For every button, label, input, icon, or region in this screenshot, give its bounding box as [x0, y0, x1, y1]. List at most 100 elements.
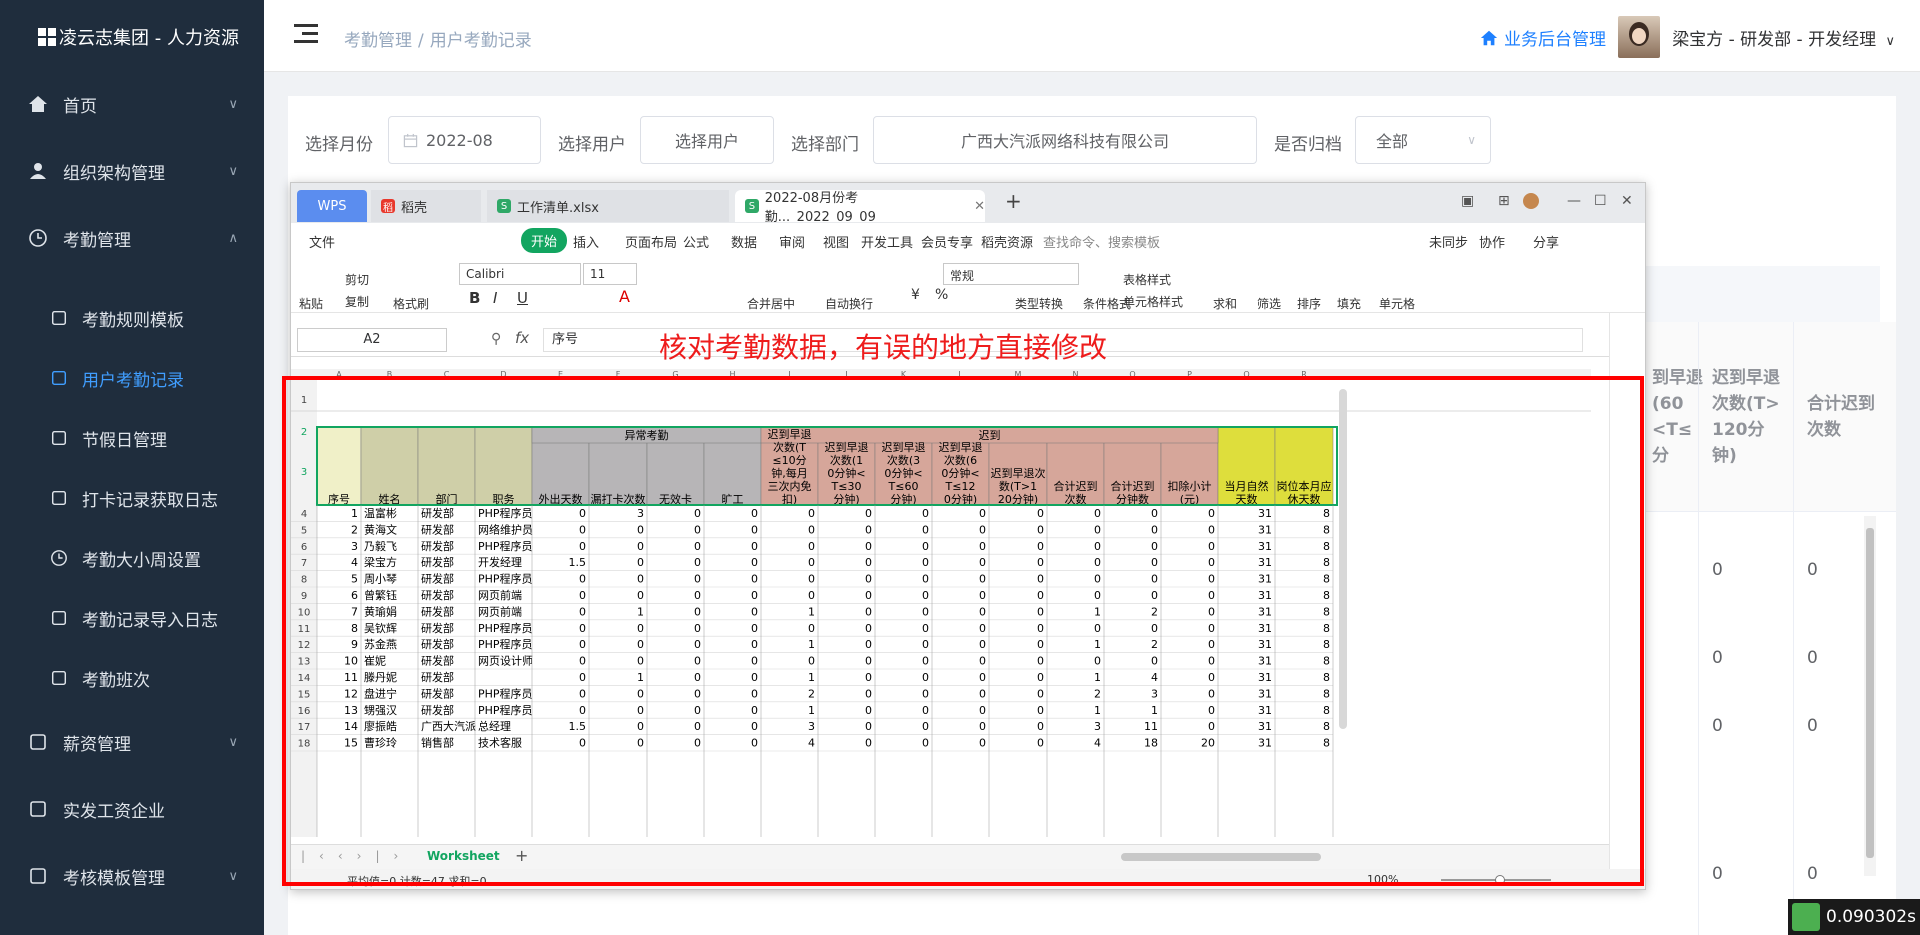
- zoom-lens-icon[interactable]: ⚲: [491, 331, 501, 347]
- minimize-icon[interactable]: —: [1567, 193, 1581, 209]
- maximize-icon[interactable]: ☐: [1594, 193, 1607, 209]
- menu-item-3[interactable]: 页面布局: [625, 232, 677, 251]
- menu-item-13[interactable]: 协作: [1479, 232, 1505, 251]
- close-window-icon[interactable]: ✕: [1621, 193, 1633, 209]
- chart-icon: [28, 799, 48, 819]
- user-select[interactable]: 选择用户: [640, 116, 774, 164]
- avatar[interactable]: [1618, 16, 1660, 58]
- menu-item-2[interactable]: 插入: [573, 232, 599, 251]
- menu-item-10[interactable]: 稻壳资源: [981, 232, 1033, 251]
- user-menu[interactable]: 梁宝方 - 研发部 - 开发经理 ∨: [1672, 25, 1895, 50]
- breadcrumb-item[interactable]: 考勤管理: [344, 31, 412, 51]
- close-icon[interactable]: ✕: [974, 199, 985, 214]
- menu-toggle-icon[interactable]: [294, 24, 318, 44]
- record-icon: [50, 369, 68, 387]
- font-color-icon[interactable]: A: [619, 287, 630, 306]
- table-toolbar-area: [1640, 266, 1880, 322]
- sidebar: 凌云志集团 - 人力资源 首页 ∨ 组织架构管理 ∨ 考勤管理 ∧ 考勤规则模板 用户考勤记录…: [0, 0, 264, 935]
- menu-item-0[interactable]: 文件: [309, 232, 335, 251]
- menu-item-5[interactable]: 数据: [731, 232, 757, 251]
- chevron-down-icon: ∨: [1885, 34, 1895, 49]
- archive-select[interactable]: 全部 ∨: [1355, 116, 1491, 164]
- new-tab-icon[interactable]: +: [1005, 189, 1022, 213]
- apps-icon[interactable]: ⊞: [1498, 193, 1510, 209]
- tab-attendance-file[interactable]: S 2022-08月份考勤..._2022_09_09 ✕: [735, 190, 985, 225]
- sidebar-item-0[interactable]: 首页 ∨: [0, 74, 264, 134]
- layout-icon[interactable]: ▣: [1461, 193, 1474, 209]
- menu-item-14[interactable]: 分享: [1533, 232, 1559, 251]
- menu-item-8[interactable]: 开发工具: [861, 232, 913, 251]
- ribbon-button-2[interactable]: 复制: [345, 293, 369, 310]
- dept-label: 选择部门: [791, 135, 859, 155]
- underline-icon[interactable]: U: [517, 289, 528, 307]
- ribbon-button-13[interactable]: 填充: [1337, 295, 1361, 312]
- home-icon: [28, 94, 48, 114]
- menu-item-9[interactable]: 会员专享: [921, 232, 973, 251]
- biz-admin-link[interactable]: 业务后台管理: [1480, 25, 1606, 50]
- cell-reference-box[interactable]: A2: [297, 328, 447, 352]
- wps-avatar[interactable]: [1523, 193, 1539, 209]
- clock-icon: [50, 549, 68, 567]
- font-size-select[interactable]: 11: [583, 263, 637, 285]
- currency-icon[interactable]: ¥: [911, 287, 920, 303]
- top-bar: 考勤管理 / 用户考勤记录 业务后台管理 梁宝方 - 研发部 - 开发经理 ∨: [264, 0, 1920, 72]
- sidebar-item-2[interactable]: 考勤管理 ∧: [0, 208, 264, 268]
- tab-worklist[interactable]: S 工作清单.xlsx: [487, 190, 729, 222]
- dept-select[interactable]: 广西大汽派网络科技有限公司: [873, 116, 1257, 164]
- tab-daoke[interactable]: 稻稻壳: [371, 190, 481, 222]
- ribbon-button-8[interactable]: 表格样式: [1123, 271, 1171, 288]
- sidebar-item-5[interactable]: 节假日管理: [0, 408, 264, 468]
- app-logo[interactable]: 凌云志集团 - 人力资源: [0, 0, 264, 74]
- month-picker[interactable]: 2022-08: [388, 116, 541, 164]
- wps-tab-bar: WPS 稻稻壳 S 工作清单.xlsx S 2022-08月份考勤..._2022_…: [291, 183, 1645, 225]
- sidebar-item-12[interactable]: 考核模板管理 ∨: [0, 846, 264, 906]
- function-icon[interactable]: fx: [515, 329, 529, 347]
- sheet-icon: S: [745, 199, 759, 213]
- ribbon-button-1[interactable]: 剪切: [345, 271, 369, 288]
- italic-icon[interactable]: I: [493, 289, 497, 307]
- ribbon-button-0[interactable]: 粘贴: [299, 295, 323, 312]
- ribbon-button-12[interactable]: 排序: [1297, 295, 1321, 312]
- menu-item-7[interactable]: 视图: [823, 232, 849, 251]
- chevron-icon: ∨: [228, 868, 238, 884]
- tab-wps[interactable]: WPS: [297, 190, 367, 222]
- menu-item-6[interactable]: 审阅: [779, 232, 805, 251]
- template-icon: [50, 309, 68, 327]
- sidebar-item-10[interactable]: 薪资管理 ∨: [0, 712, 264, 772]
- table-cell: 0: [1712, 560, 1723, 580]
- wps-menu-bar: 文件 开始 插入 页面布局 公式 数据 审阅 视图 开发工具 会员专享 稻壳资源 查找命令、搜索模板 未…: [291, 223, 1645, 257]
- font-family-select[interactable]: Calibri: [459, 263, 581, 285]
- calendar-icon: [403, 133, 418, 147]
- sidebar-item-1[interactable]: 组织架构管理 ∨: [0, 141, 264, 201]
- menu-item-12[interactable]: 未同步: [1429, 232, 1468, 251]
- annotation-text: 核对考勤数据，有误的地方直接修改: [659, 331, 1108, 364]
- sidebar-item-9[interactable]: 考勤班次: [0, 648, 264, 708]
- menu-item-11[interactable]: 查找命令、搜索模板: [1043, 232, 1160, 251]
- ribbon-button-9[interactable]: 单元格样式: [1123, 293, 1183, 310]
- chevron-icon: ∨: [228, 734, 238, 750]
- table-cell: 0: [1712, 648, 1723, 668]
- ribbon-button-6[interactable]: 类型转换: [1015, 295, 1063, 312]
- ribbon-button-14[interactable]: 单元格: [1379, 295, 1415, 312]
- table-scrollbar[interactable]: [1864, 516, 1876, 876]
- sidebar-item-11[interactable]: 实发工资企业: [0, 779, 264, 839]
- ribbon-button-3[interactable]: 格式刷: [393, 295, 429, 312]
- sidebar-item-3[interactable]: 考勤规则模板: [0, 288, 264, 348]
- bar-icon: [28, 866, 48, 886]
- number-format-select[interactable]: 常规: [943, 263, 1079, 285]
- bold-icon[interactable]: B: [469, 289, 480, 307]
- sidebar-item-8[interactable]: 考勤记录导入日志: [0, 588, 264, 648]
- sidebar-item-4[interactable]: 用户考勤记录: [0, 348, 264, 408]
- percent-icon[interactable]: %: [935, 287, 948, 303]
- column-header: 到早退 (60 <T≤ 分: [1652, 368, 1703, 466]
- ribbon-button-10[interactable]: 求和: [1213, 295, 1237, 312]
- ribbon-button-4[interactable]: 合并居中: [747, 295, 795, 312]
- menu-item-4[interactable]: 公式: [683, 232, 709, 251]
- sidebar-item-6[interactable]: 打卡记录获取日志: [0, 468, 264, 528]
- menu-item-1[interactable]: 开始: [521, 228, 568, 253]
- ribbon-button-5[interactable]: 自动换行: [825, 295, 873, 312]
- ribbon-button-11[interactable]: 筛选: [1257, 295, 1281, 312]
- table-cell: 0: [1807, 716, 1818, 736]
- sidebar-item-7[interactable]: 考勤大小周设置: [0, 528, 264, 588]
- breadcrumb-current: 用户考勤记录: [429, 31, 532, 51]
